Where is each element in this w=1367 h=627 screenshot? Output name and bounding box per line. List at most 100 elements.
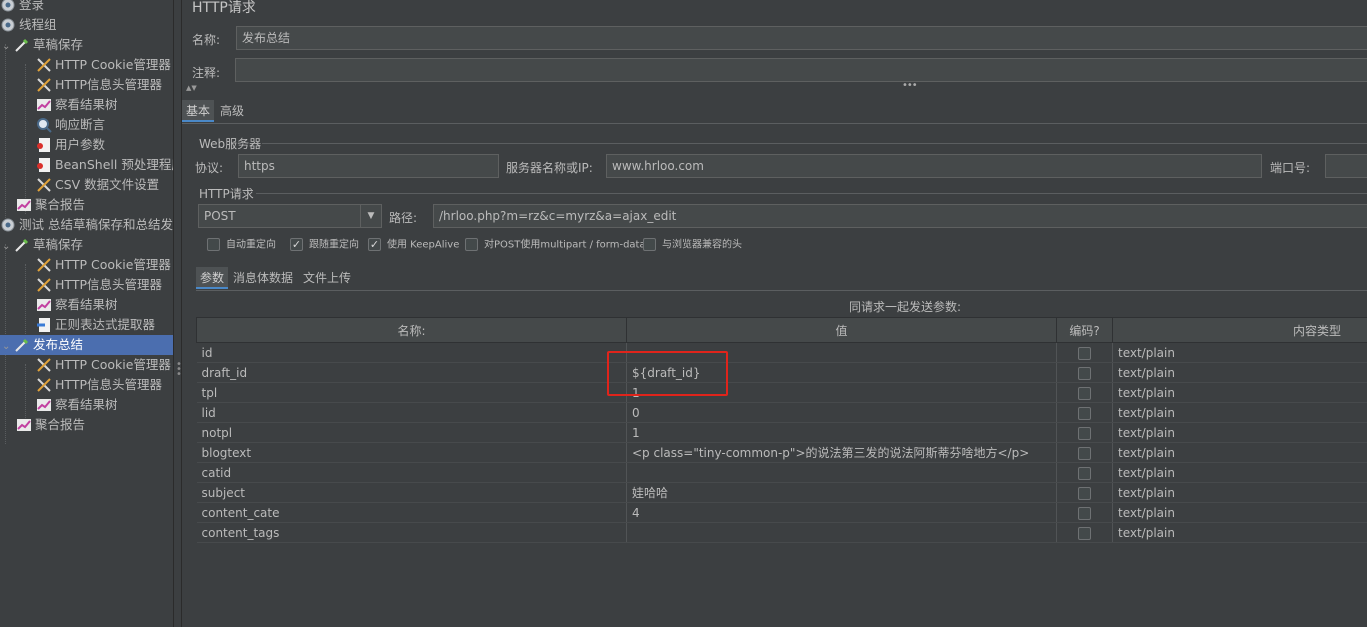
param-name[interactable]: content_cate <box>196 502 627 523</box>
option-checkbox[interactable]: 与浏览器兼容的头 <box>643 238 742 253</box>
param-content-type[interactable]: text/plain <box>1112 362 1367 383</box>
tree-item[interactable]: BeanShell 预处理程序 <box>36 155 173 175</box>
encode-checkbox[interactable] <box>1078 526 1091 540</box>
param-name[interactable]: subject <box>196 482 627 503</box>
param-content-type[interactable]: text/plain <box>1112 482 1367 503</box>
param-content-type[interactable]: text/plain <box>1112 502 1367 523</box>
encode-checkbox[interactable] <box>1078 426 1091 440</box>
checkmark-icon[interactable]: ✓ <box>290 238 303 251</box>
param-name[interactable]: draft_id <box>196 362 627 383</box>
param-content-type[interactable]: text/plain <box>1112 462 1367 483</box>
param-value[interactable]: <p class="tiny-common-p">的说法第三发的说法阿斯蒂芬啥地… <box>626 442 1057 463</box>
table-row[interactable]: subject 娃哈哈 text/plain <box>196 482 1367 503</box>
tree-item[interactable]: HTTP Cookie管理器 <box>36 55 171 75</box>
param-content-type[interactable]: text/plain <box>1112 422 1367 443</box>
param-name[interactable]: catid <box>196 462 627 483</box>
param-name[interactable]: tpl <box>196 382 627 403</box>
tree-item[interactable]: HTTP Cookie管理器 <box>36 355 171 375</box>
name-field[interactable]: 发布总结 <box>236 26 1367 50</box>
option-checkbox[interactable]: 对POST使用multipart / form-data <box>465 238 646 253</box>
encode-checkbox[interactable] <box>1078 466 1091 480</box>
param-value[interactable]: 娃哈哈 <box>626 482 1057 503</box>
table-row[interactable]: draft_id ${draft_id} text/plain <box>196 362 1367 383</box>
param-content-type[interactable]: text/plain <box>1112 402 1367 423</box>
checkbox-icon[interactable] <box>207 238 220 251</box>
param-value[interactable]: 0 <box>626 402 1057 423</box>
encode-checkbox[interactable] <box>1078 446 1091 460</box>
tree-item[interactable]: 聚合报告 <box>16 195 85 215</box>
param-content-type[interactable]: text/plain <box>1112 522 1367 543</box>
column-header-encode[interactable]: 编码? <box>1056 317 1113 343</box>
param-name[interactable]: id <box>196 342 627 363</box>
tree-item[interactable]: 线程组 <box>0 15 57 35</box>
chevron-down-icon[interactable]: ⌄ <box>2 37 14 57</box>
encode-checkbox[interactable] <box>1078 346 1091 360</box>
table-row[interactable]: blogtext <p class="tiny-common-p">的说法第三发的… <box>196 442 1367 463</box>
param-name[interactable]: content_tags <box>196 522 627 543</box>
tree-item[interactable]: 察看结果树 <box>36 295 118 315</box>
collapse-arrows-icon[interactable]: ▲▼ <box>186 84 197 92</box>
checkbox-icon[interactable] <box>643 238 656 251</box>
column-header-name[interactable]: 名称: <box>196 317 627 343</box>
table-row[interactable]: content_cate 4 text/plain <box>196 502 1367 523</box>
tree-item[interactable]: 正则表达式提取器 <box>36 315 155 335</box>
checkmark-icon[interactable]: ✓ <box>368 238 381 251</box>
chevron-down-icon[interactable]: ▼ <box>360 205 381 227</box>
param-content-type[interactable]: text/plain <box>1112 382 1367 403</box>
tree-item[interactable]: 测试 总结草稿保存和总结发布 <box>0 215 173 235</box>
table-row[interactable]: lid 0 text/plain <box>196 402 1367 423</box>
tree-item[interactable]: 察看结果树 <box>36 395 118 415</box>
column-header-content-type[interactable]: 内容类型 <box>1112 317 1367 343</box>
comment-field[interactable] <box>235 58 1367 82</box>
encode-checkbox[interactable] <box>1078 386 1091 400</box>
protocol-field[interactable]: https <box>238 154 499 178</box>
panel-splitter[interactable]: ▲▼ ••• <box>182 80 1367 96</box>
tree-item[interactable]: HTTP信息头管理器 <box>36 75 162 95</box>
option-checkbox[interactable]: ✓ 跟随重定向 <box>290 238 359 253</box>
tree-item[interactable]: ⌄ 发布总结 <box>0 335 173 355</box>
tab-file-upload[interactable]: 文件上传 <box>299 267 355 289</box>
option-checkbox[interactable]: 自动重定向 <box>207 238 276 253</box>
param-name[interactable]: blogtext <box>196 442 627 463</box>
tree-item[interactable]: CSV 数据文件设置 <box>36 175 159 195</box>
tree-splitter[interactable]: • • • <box>173 0 182 627</box>
param-value[interactable]: 1 <box>626 422 1057 443</box>
tab-advanced[interactable]: 高级 <box>216 100 248 122</box>
encode-checkbox[interactable] <box>1078 486 1091 500</box>
method-select[interactable]: POST ▼ <box>198 204 382 228</box>
column-header-value[interactable]: 值 <box>626 317 1057 343</box>
param-value[interactable] <box>626 462 1057 483</box>
port-field[interactable] <box>1325 154 1367 178</box>
tab-basic[interactable]: 基本 <box>182 100 215 122</box>
param-name[interactable]: lid <box>196 402 627 423</box>
tree-item[interactable]: 聚合报告 <box>16 415 85 435</box>
tree-item[interactable]: HTTP信息头管理器 <box>36 275 162 295</box>
chevron-down-icon[interactable]: ⌄ <box>2 237 14 257</box>
table-row[interactable]: tpl 1 text/plain <box>196 382 1367 403</box>
server-field[interactable]: www.hrloo.com <box>606 154 1262 178</box>
tree-item[interactable]: 登录 <box>0 0 44 15</box>
table-row[interactable]: catid text/plain <box>196 462 1367 483</box>
checkbox-icon[interactable] <box>465 238 478 251</box>
tab-body-data[interactable]: 消息体数据 <box>229 267 297 289</box>
path-field[interactable]: /hrloo.php?m=rz&c=myrz&a=ajax_edit <box>433 204 1367 228</box>
encode-checkbox[interactable] <box>1078 406 1091 420</box>
tab-parameters[interactable]: 参数 <box>196 267 229 289</box>
tree-item[interactable]: 用户参数 <box>36 135 105 155</box>
table-row[interactable]: content_tags text/plain <box>196 522 1367 543</box>
table-row[interactable]: notpl 1 text/plain <box>196 422 1367 443</box>
table-row[interactable]: id text/plain <box>196 342 1367 363</box>
param-content-type[interactable]: text/plain <box>1112 342 1367 363</box>
param-value[interactable]: 4 <box>626 502 1057 523</box>
param-name[interactable]: notpl <box>196 422 627 443</box>
tree-item[interactable]: HTTP信息头管理器 <box>36 375 162 395</box>
chevron-down-icon[interactable]: ⌄ <box>2 337 14 357</box>
tree-item[interactable]: ⌄ 草稿保存 <box>2 235 83 255</box>
encode-checkbox[interactable] <box>1078 366 1091 380</box>
tree-item[interactable]: ⌄ 草稿保存 <box>2 35 83 55</box>
tree-item[interactable]: 察看结果树 <box>36 95 118 115</box>
param-content-type[interactable]: text/plain <box>1112 442 1367 463</box>
option-checkbox[interactable]: ✓ 使用 KeepAlive <box>368 238 459 253</box>
tree-item[interactable]: HTTP Cookie管理器 <box>36 255 171 275</box>
tree-item[interactable]: 响应断言 <box>36 115 105 135</box>
